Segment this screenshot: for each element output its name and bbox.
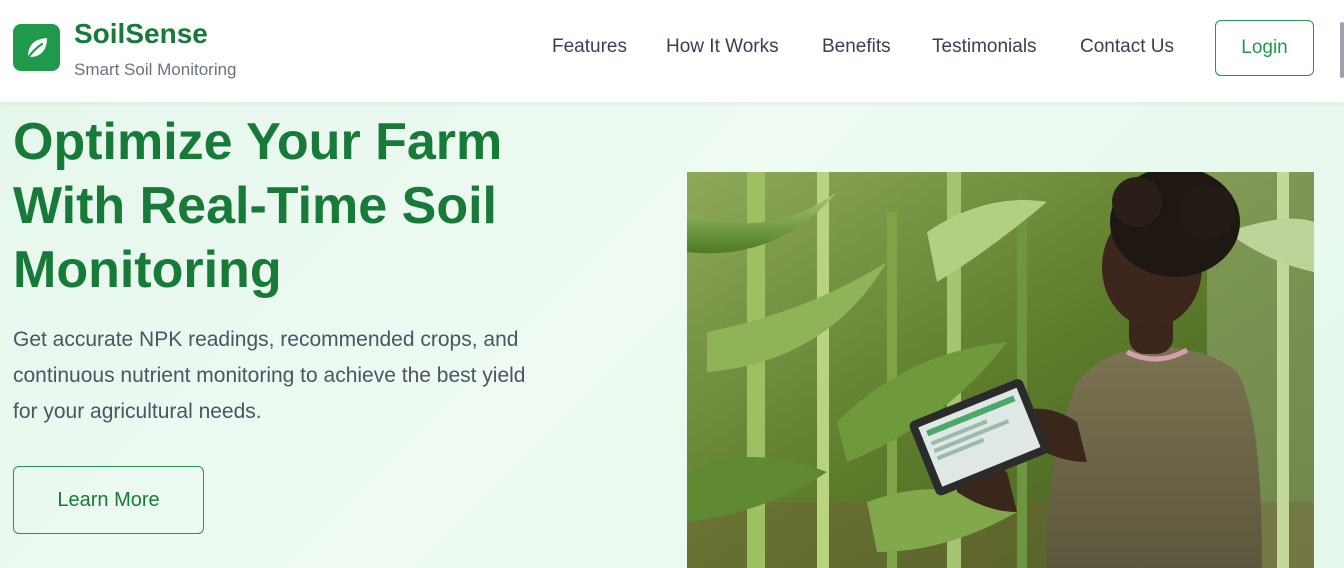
- hero-description: Get accurate NPK readings, recommended c…: [13, 322, 633, 430]
- learn-more-button[interactable]: Learn More: [13, 466, 204, 534]
- brand-name[interactable]: SoilSense: [74, 18, 208, 50]
- hero-description-line: Get accurate NPK readings, recommended c…: [13, 328, 519, 351]
- hero-title-line: Optimize Your Farm: [13, 113, 503, 171]
- logo[interactable]: [13, 24, 60, 71]
- nav-item-testimonials[interactable]: Testimonials: [932, 36, 1037, 58]
- site-header: SoilSense Smart Soil Monitoring Features…: [0, 0, 1344, 102]
- nav-item-features[interactable]: Features: [552, 36, 627, 58]
- leaf-icon: [26, 37, 47, 59]
- hero-section: Optimize Your Farm With Real-Time Soil M…: [0, 102, 1344, 568]
- scrollbar-edge: [1340, 22, 1344, 78]
- farmer-cornfield-illustration: [687, 172, 1314, 568]
- hero-description-line: continuous nutrient monitoring to achiev…: [13, 364, 526, 387]
- brand-tagline: Smart Soil Monitoring: [74, 60, 237, 79]
- hero-title-line: Monitoring: [13, 241, 282, 299]
- nav-item-contact-us[interactable]: Contact Us: [1080, 36, 1174, 58]
- login-button[interactable]: Login: [1215, 20, 1314, 76]
- nav-item-benefits[interactable]: Benefits: [822, 36, 891, 58]
- hero-description-line: for your agricultural needs.: [13, 400, 262, 423]
- nav-item-how-it-works[interactable]: How It Works: [666, 36, 779, 58]
- hero-title-line: With Real-Time Soil: [13, 177, 497, 235]
- hero-title: Optimize Your Farm With Real-Time Soil M…: [13, 110, 633, 302]
- hero-image: [687, 172, 1314, 568]
